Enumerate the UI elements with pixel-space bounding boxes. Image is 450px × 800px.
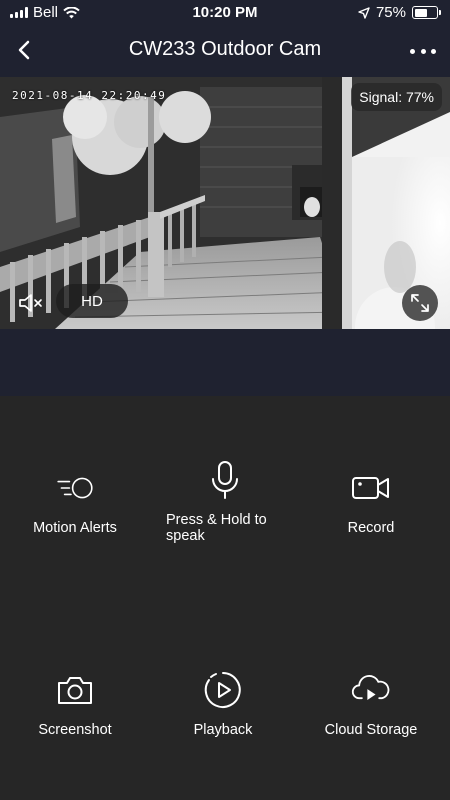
cloud-storage-label: Cloud Storage — [324, 722, 418, 738]
camera-live-feed[interactable]: 2021-08-14 22:20:49 Signal: 77% HD — [0, 77, 450, 329]
battery-percent: 75% — [375, 4, 406, 21]
status-bar: Bell 10:20 PM 75% — [0, 0, 450, 26]
push-to-talk-button[interactable]: Press & Hold to speak — [150, 460, 300, 544]
video-quality-button[interactable]: HD — [56, 284, 128, 318]
motion-alerts-icon — [55, 468, 95, 508]
cloud-play-icon — [351, 670, 391, 710]
screenshot-button[interactable]: Screenshot — [0, 670, 150, 738]
screenshot-label: Screenshot — [38, 722, 112, 738]
more-dot-icon — [420, 48, 426, 54]
motion-alerts-button[interactable]: Motion Alerts — [0, 468, 150, 536]
fullscreen-button[interactable] — [402, 285, 438, 321]
signal-strength-badge: Signal: 77% — [351, 83, 442, 111]
more-dot-icon — [410, 48, 415, 54]
motion-alerts-label: Motion Alerts — [33, 520, 117, 536]
playback-button[interactable]: Playback — [148, 670, 298, 738]
page-title: CW233 Outdoor Cam — [128, 38, 322, 60]
battery-icon — [412, 6, 441, 19]
location-arrow-icon — [358, 6, 370, 19]
speaker-muted-icon — [19, 294, 42, 312]
expand-icon — [411, 294, 429, 312]
more-dot-icon — [431, 48, 436, 54]
playback-label: Playback — [193, 722, 253, 738]
control-panel: Motion Alerts Press & Hold to speak Reco… — [0, 396, 450, 800]
more-options-button[interactable] — [410, 38, 436, 64]
mute-button[interactable] — [14, 287, 46, 319]
navigation-bar: CW233 Outdoor Cam — [0, 26, 450, 76]
video-camera-icon — [351, 468, 391, 508]
status-right: 75% — [358, 4, 441, 21]
record-button[interactable]: Record — [296, 468, 446, 536]
camera-icon — [55, 670, 95, 710]
record-label: Record — [347, 520, 395, 536]
push-to-talk-label: Press & Hold to speak — [166, 512, 267, 544]
microphone-icon — [205, 460, 245, 500]
cloud-storage-button[interactable]: Cloud Storage — [296, 670, 446, 738]
feed-timestamp: 2021-08-14 22:20:49 — [12, 89, 167, 102]
playback-icon — [203, 670, 243, 710]
